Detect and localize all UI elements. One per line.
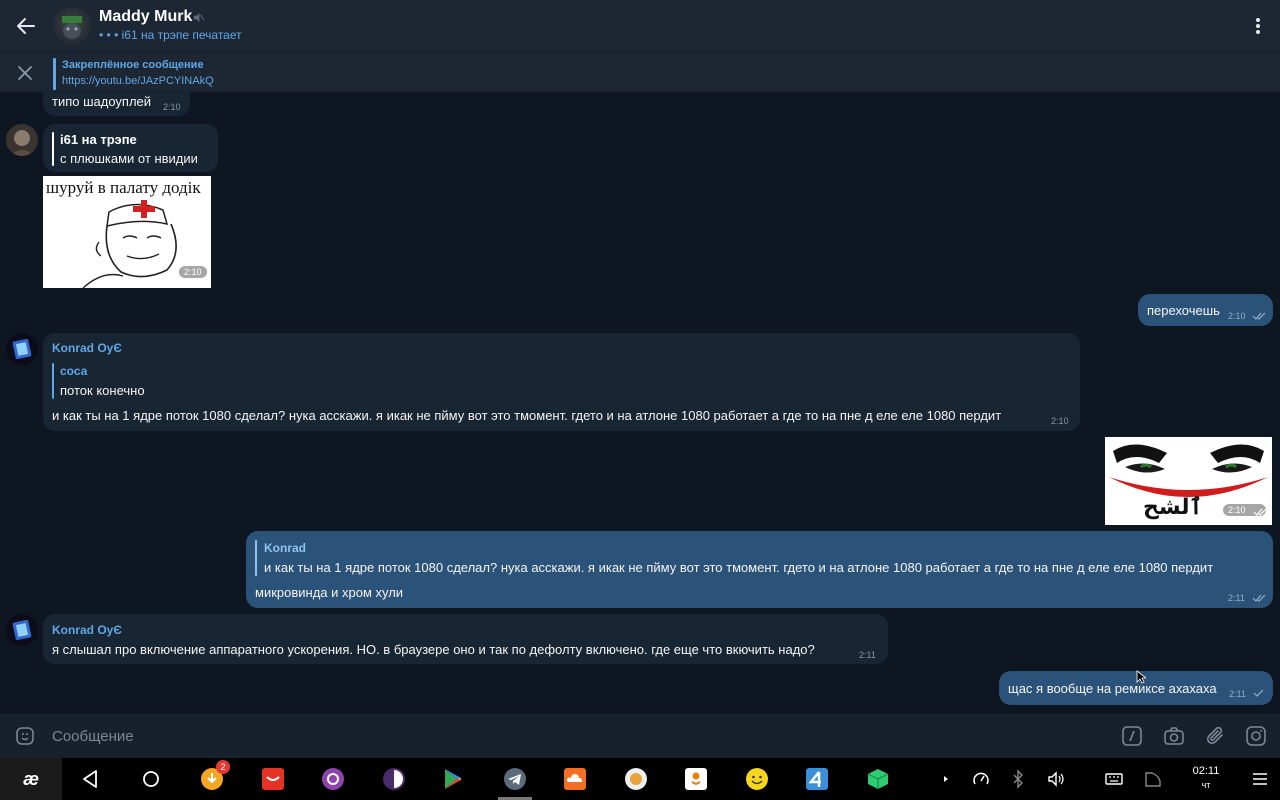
pinned-accent-bar <box>53 58 56 90</box>
message-time: 2:11 <box>859 650 876 660</box>
avatar[interactable] <box>6 124 38 156</box>
typing-status: • • • i61 на трэпе печатает <box>99 28 242 42</box>
reply-author: i61 на трэпе <box>60 132 137 147</box>
message-bubble[interactable]: Konrad OyЄ я слышал про включение аппара… <box>43 614 888 664</box>
message-text: и как ты на 1 ядре поток 1080 сделал? ну… <box>52 408 1002 423</box>
message-time: 2:10 <box>1051 416 1069 426</box>
bluetooth-icon[interactable] <box>1008 769 1028 789</box>
telegram-icon[interactable] <box>503 767 527 791</box>
more-vertical-icon[interactable] <box>1250 16 1266 36</box>
keyboard-icon[interactable] <box>1104 769 1124 789</box>
message-composer <box>0 714 1280 758</box>
aliexpress-icon[interactable] <box>261 767 285 791</box>
sticker-caption: ٱلشح <box>1143 495 1203 520</box>
sticker-image[interactable]: шуруй в палату додік 2:10 <box>43 176 211 288</box>
chat-header: Maddy Murk • • • i61 на трэпе печатает <box>0 0 1280 52</box>
double-check-icon <box>1252 312 1266 320</box>
double-check-icon <box>1253 508 1267 516</box>
check-icon <box>1253 689 1264 697</box>
sticker-image[interactable]: ٱلشح 2:10 <box>1105 437 1272 525</box>
message-text: перехочешь <box>1147 303 1220 318</box>
bot-command-icon[interactable] <box>1121 725 1143 747</box>
message-bubble[interactable]: Konrad OyЄ соса поток конечно и как ты н… <box>43 333 1080 431</box>
start-button[interactable]: æ <box>0 758 62 800</box>
message-text: типо шадоуплей <box>52 94 152 109</box>
message-time: 2:10 <box>179 266 207 278</box>
sticker-emoji-icon[interactable] <box>14 725 36 747</box>
speedometer-icon[interactable] <box>971 769 991 789</box>
message-time: 2:11 <box>1228 593 1245 603</box>
clock-time[interactable]: 02:11 <box>1190 765 1222 777</box>
tor-browser-icon[interactable] <box>382 767 406 791</box>
hamburger-menu-icon[interactable] <box>1250 769 1270 789</box>
reply-text: поток конечно <box>60 383 145 398</box>
cube-app-icon[interactable] <box>866 767 890 791</box>
sender-name[interactable]: Konrad OyЄ <box>52 623 122 637</box>
muted-speaker-icon <box>193 12 204 23</box>
message-bubble[interactable]: типо шадоуплей 2:10 <box>43 90 190 116</box>
podcast-app-icon[interactable] <box>321 767 345 791</box>
double-check-icon <box>1252 594 1266 602</box>
message-time: 2:10 <box>163 102 181 112</box>
mouse-cursor-icon <box>1136 670 1146 684</box>
reply-text: и как ты на 1 ядре поток 1080 сделал? ну… <box>264 560 1214 575</box>
expand-tray-icon[interactable] <box>936 769 956 789</box>
paperclip-icon[interactable] <box>1205 725 1227 747</box>
message-time: 2:11 <box>1229 689 1246 699</box>
smiley-app-icon[interactable] <box>745 767 769 791</box>
message-text: я слышал про включение аппаратного ускор… <box>52 642 815 657</box>
reply-accent-bar <box>255 540 257 576</box>
reply-author: Konrad <box>264 541 306 555</box>
message-text: микровинда и хром хули <box>255 585 404 600</box>
avatar[interactable] <box>6 614 38 646</box>
avatar[interactable] <box>6 333 38 365</box>
nav-home-icon[interactable] <box>139 767 163 791</box>
vk-app-icon[interactable] <box>624 767 648 791</box>
message-bubble[interactable]: перехочешь 2:10 <box>1138 294 1273 326</box>
clock-day: чт <box>1201 780 1211 790</box>
back-arrow-icon[interactable] <box>14 14 38 38</box>
nav-back-icon[interactable] <box>78 767 102 791</box>
pinned-title: Закреплённое сообщение <box>62 59 204 71</box>
message-bubble[interactable]: Konrad и как ты на 1 ядре поток 1080 сде… <box>246 531 1273 608</box>
message-bubble[interactable]: i61 на трэпе с плюшками от нвидии <box>43 124 218 172</box>
play-store-icon[interactable] <box>442 767 466 791</box>
message-time: 2:10 <box>1228 311 1246 321</box>
ok-app-icon[interactable] <box>684 767 708 791</box>
close-icon[interactable] <box>16 64 34 82</box>
reply-author: соса <box>60 364 88 378</box>
soundcloud-icon[interactable] <box>563 767 587 791</box>
chat-title: Maddy Murk <box>99 8 193 25</box>
pinned-message-bar[interactable]: Закреплённое сообщение https://youtu.be/… <box>0 52 1280 92</box>
channel-four-icon[interactable] <box>805 767 829 791</box>
instagram-icon[interactable] <box>1245 725 1267 747</box>
pinned-link[interactable]: https://youtu.be/JAzPCYINAkQ <box>62 75 214 87</box>
message-input[interactable] <box>52 724 952 748</box>
signal-icon[interactable] <box>1143 769 1163 789</box>
chat-avatar[interactable] <box>53 7 91 45</box>
sender-name[interactable]: Konrad OyЄ <box>52 341 122 355</box>
volume-icon[interactable] <box>1046 769 1066 789</box>
camera-icon[interactable] <box>1163 725 1185 747</box>
message-text: щас я вообще на ремиксе ахахаха <box>1008 681 1217 696</box>
system-taskbar: æ 2 02:11 чт <box>0 758 1280 800</box>
reply-accent-bar <box>52 363 54 399</box>
reply-text: с плюшками от нвидии <box>60 151 198 166</box>
reply-accent-bar <box>52 132 54 166</box>
notification-badge: 2 <box>216 760 230 774</box>
